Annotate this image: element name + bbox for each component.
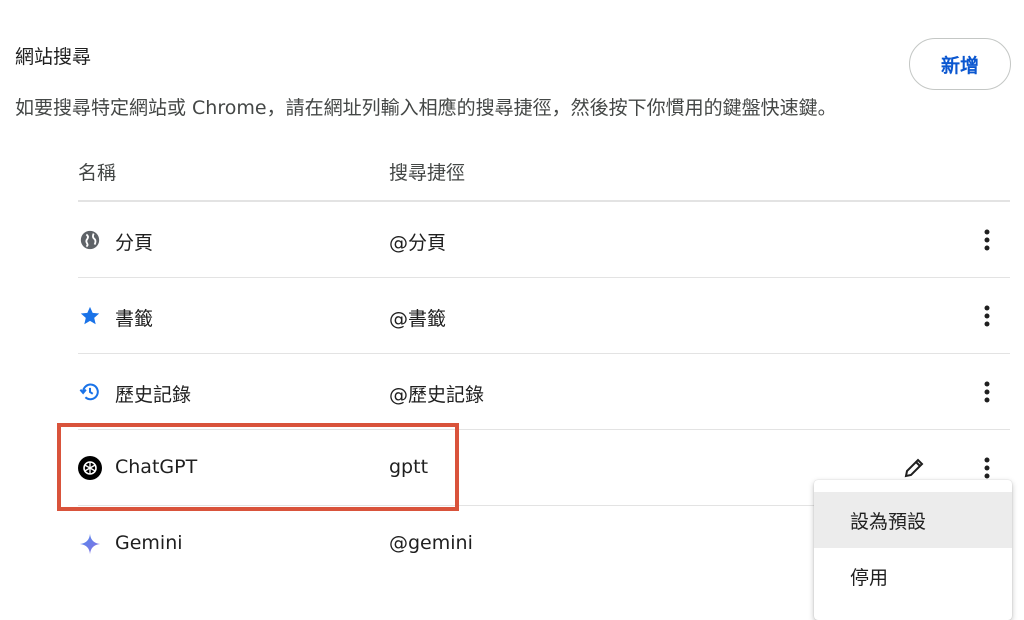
row-shortcut: @歷史記錄 (389, 384, 485, 406)
row-name: ChatGPT (115, 456, 198, 478)
more-options-icon[interactable] (976, 378, 998, 406)
row-context-menu: 設為預設 停用 (814, 480, 1012, 620)
edit-pencil-icon[interactable] (900, 454, 928, 482)
row-name: 分頁 (115, 232, 154, 254)
more-options-icon[interactable] (976, 454, 998, 482)
add-button[interactable]: 新增 (909, 38, 1011, 90)
table-row[interactable]: 歷史記錄 @歷史記錄 (78, 353, 1010, 429)
row-name: 歷史記錄 (115, 384, 192, 406)
more-options-icon[interactable] (976, 302, 998, 330)
menu-item-deactivate[interactable]: 停用 (814, 548, 1012, 604)
row-shortcut: @書籤 (389, 308, 447, 330)
row-shortcut: @gemini (389, 532, 473, 554)
row-shortcut: gptt (389, 456, 429, 478)
globe-icon (78, 228, 102, 252)
menu-item-set-default[interactable]: 設為預設 (814, 492, 1012, 548)
row-name: 書籤 (115, 308, 154, 330)
star-icon (78, 304, 102, 328)
row-shortcut: @分頁 (389, 232, 447, 254)
section-title: 網站搜尋 (15, 46, 92, 68)
table-row[interactable]: 書籤 @書籤 (78, 277, 1010, 353)
more-options-icon[interactable] (976, 226, 998, 254)
chatgpt-logo-icon (78, 456, 102, 480)
column-header-name: 名稱 (78, 162, 117, 184)
row-name: Gemini (115, 532, 183, 554)
history-icon (78, 380, 102, 404)
section-description: 如要搜尋特定網站或 Chrome，請在網址列輸入相應的搜尋捷徑，然後按下你慣用的… (15, 97, 837, 119)
gemini-sparkle-icon (78, 532, 102, 556)
column-header-shortcut: 搜尋捷徑 (389, 162, 466, 184)
table-row[interactable]: 分頁 @分頁 (78, 201, 1010, 277)
